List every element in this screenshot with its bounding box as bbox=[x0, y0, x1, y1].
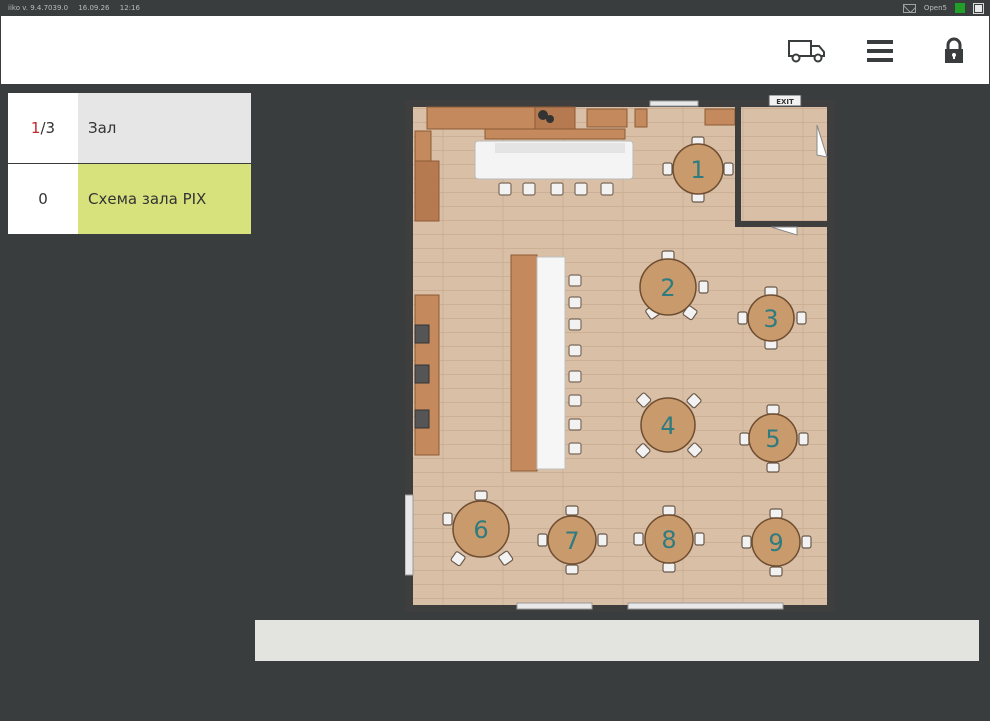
floor-plan-area: EXIT 1 2 3 4 5 6 7 8 9 bbox=[255, 93, 980, 618]
status-time: 12:16 bbox=[119, 4, 140, 12]
table-number: 9 bbox=[768, 529, 783, 557]
table-number: 1 bbox=[690, 156, 705, 184]
hall-counter: 0 bbox=[8, 164, 78, 234]
bottom-info-bar bbox=[255, 620, 979, 661]
table-4[interactable]: 4 bbox=[635, 392, 703, 459]
status-bar: iiko v. 9.4.7039.0 16.09.26 12:16 Open5 bbox=[0, 0, 990, 16]
status-date: 16.09.26 bbox=[78, 4, 110, 12]
hall-label: Схема зала PIX bbox=[78, 164, 251, 234]
truck-icon[interactable] bbox=[786, 36, 828, 66]
connection-status-icon bbox=[955, 3, 965, 13]
lock-icon[interactable] bbox=[939, 36, 969, 66]
table-number: 8 bbox=[661, 526, 676, 554]
hall-list: 1/3 Зал 0 Схема зала PIX bbox=[8, 93, 251, 235]
user-label: Open5 bbox=[923, 4, 947, 12]
top-toolbar bbox=[1, 16, 989, 86]
table-number: 5 bbox=[765, 425, 780, 453]
table-number: 4 bbox=[660, 412, 675, 440]
table-number: 6 bbox=[473, 516, 488, 544]
app-info: iiko v. 9.4.7039.0 16.09.26 12:16 bbox=[8, 4, 148, 12]
table-number: 3 bbox=[763, 305, 778, 333]
exit-label: EXIT bbox=[776, 98, 794, 106]
hall-counter: 1/3 bbox=[8, 93, 78, 163]
mail-icon[interactable] bbox=[902, 3, 916, 13]
table-number: 2 bbox=[660, 274, 675, 302]
window-mode-icon[interactable] bbox=[973, 2, 984, 14]
table-number: 7 bbox=[564, 527, 579, 555]
menu-icon[interactable] bbox=[865, 36, 895, 66]
app-version: iiko v. 9.4.7039.0 bbox=[8, 4, 69, 12]
hall-item-scheme-pix[interactable]: 0 Схема зала PIX bbox=[8, 164, 251, 235]
hall-item-zal[interactable]: 1/3 Зал bbox=[8, 93, 251, 164]
hall-label: Зал bbox=[78, 93, 251, 163]
floor-plan: EXIT 1 2 3 4 5 6 7 8 9 bbox=[405, 95, 835, 612]
